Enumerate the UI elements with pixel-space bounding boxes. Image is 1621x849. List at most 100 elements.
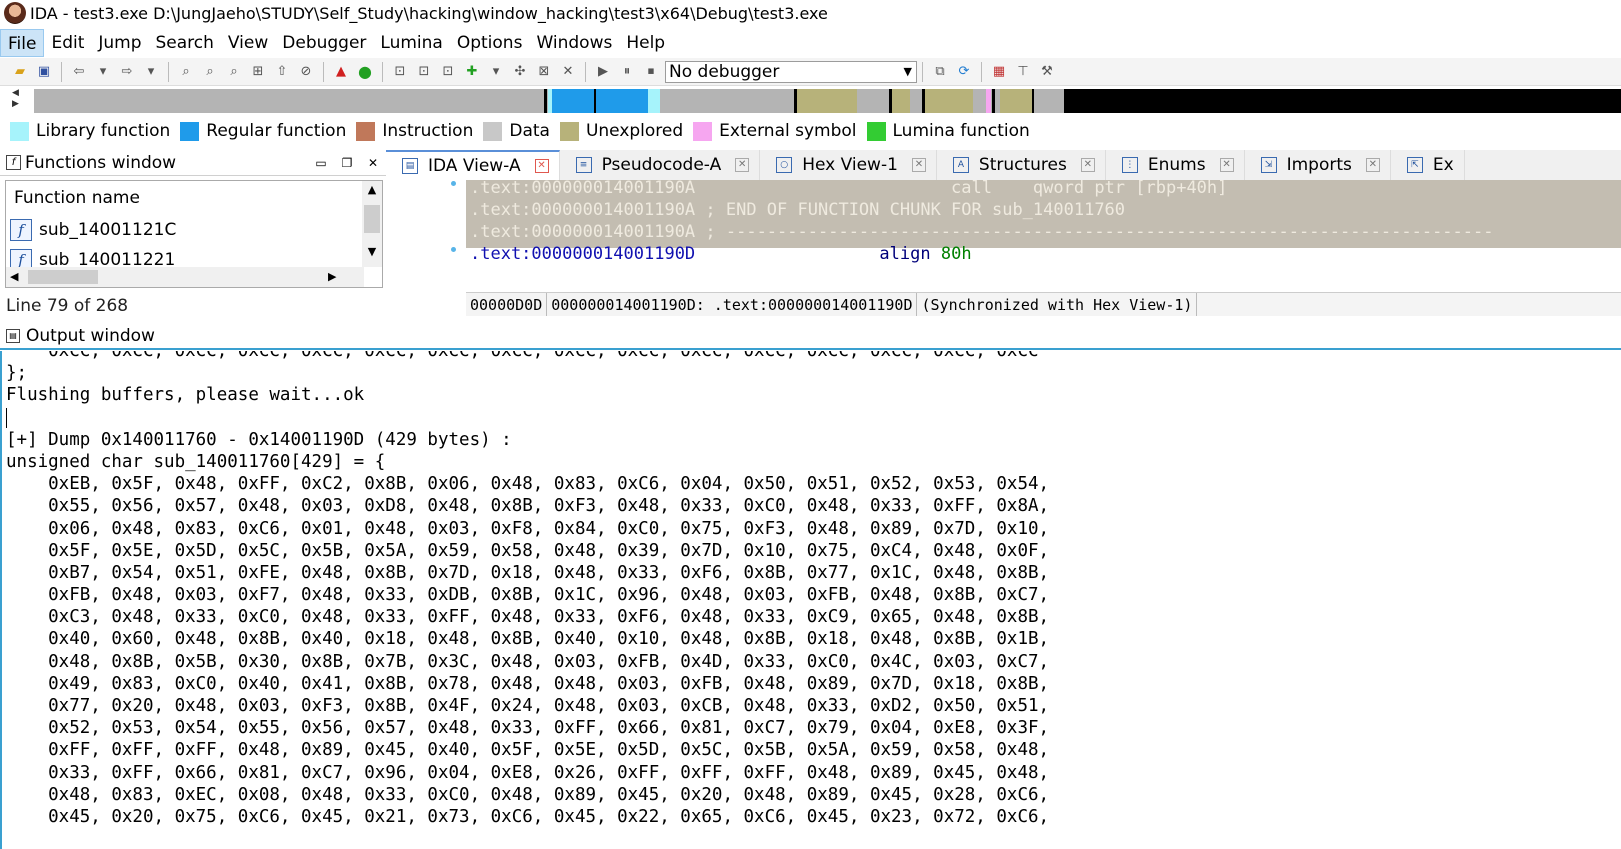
forward-icon[interactable]: ⇨ (117, 62, 137, 82)
ida-view-disassembly[interactable]: .text:000000014001190A call qword ptr [r… (386, 177, 1621, 318)
close-icon[interactable]: ✕ (911, 158, 926, 172)
tab-label: Imports (1286, 155, 1352, 175)
vertical-scrollbar[interactable]: ▲ ▼ (362, 181, 382, 267)
navigation-band-track[interactable] (34, 89, 1621, 113)
menu-windows[interactable]: Windows (529, 29, 619, 57)
warning-icon[interactable]: ▲ (331, 62, 351, 82)
text-cursor (6, 407, 7, 428)
forward-dropdown-icon[interactable]: ▾ (141, 62, 161, 82)
breakpoint-dropdown-icon[interactable]: ▾ (486, 62, 506, 82)
disasm-line-current[interactable]: .text:000000014001190D align 80h (470, 243, 972, 265)
back-icon[interactable]: ⇦ (69, 62, 89, 82)
toolbar-separator (168, 61, 169, 82)
tab-imports[interactable]: ⇲ Imports ✕ (1244, 150, 1391, 180)
menu-lumina[interactable]: Lumina (373, 29, 449, 57)
tree-icon[interactable]: ⊤ (1013, 62, 1033, 82)
navigation-band[interactable]: ◀ ▶ (0, 88, 1621, 114)
close-icon[interactable]: ✕ (1219, 158, 1234, 172)
list-item[interactable]: f sub_14001121C (6, 215, 382, 245)
menu-file[interactable]: File (0, 29, 45, 57)
menu-options[interactable]: Options (450, 29, 530, 57)
pin-icon[interactable]: ⊠ (534, 62, 554, 82)
tools-icon[interactable]: ⚒ (1037, 62, 1057, 82)
legend-swatch (10, 121, 29, 141)
play-icon[interactable]: ▶ (593, 62, 613, 82)
attach-icon[interactable]: ⧉ (930, 62, 950, 82)
menu-debugger[interactable]: Debugger (275, 29, 373, 57)
scroll-up-icon[interactable]: ▲ (362, 183, 382, 196)
status-sync: (Synchronized with Hex View-1) (921, 293, 1198, 316)
output-line: 0x06, 0x48, 0x83, 0xC6, 0x01, 0x48, 0x03… (6, 518, 1050, 539)
delete-icon[interactable]: ✕ (558, 62, 578, 82)
open-icon[interactable]: ▰ (10, 62, 30, 82)
menu-edit[interactable]: Edit (44, 29, 91, 57)
scroll-down-icon[interactable]: ▼ (362, 245, 382, 258)
imports-icon: ⇲ (1260, 157, 1277, 173)
tab-ida-view-a[interactable]: ▤ IDA View-A ✕ (386, 150, 560, 180)
save-icon[interactable]: ▣ (34, 62, 54, 82)
menu-search[interactable]: Search (149, 29, 221, 57)
arrow-marker-icon (451, 247, 456, 252)
float-icon[interactable]: ❐ (334, 156, 360, 170)
disasm-line[interactable]: .text:000000014001190A ; END OF FUNCTION… (470, 199, 1125, 221)
refresh-icon[interactable]: ⟳ (954, 62, 974, 82)
tab-exports[interactable]: ⇱ Ex (1390, 150, 1465, 180)
disasm-line[interactable]: .text:000000014001190A call qword ptr [r… (470, 177, 1227, 199)
output-line: 0x77, 0x20, 0x48, 0x03, 0xF3, 0x8B, 0x4F… (6, 696, 1050, 716)
search-next-icon[interactable]: ⊞ (248, 62, 268, 82)
make-code-icon[interactable]: ⊡ (390, 62, 410, 82)
nav-scroll-icon[interactable]: ◀ ▶ (12, 88, 32, 114)
disabled-tool-icon[interactable]: ⊘ (296, 62, 316, 82)
tab-structures[interactable]: A Structures ✕ (936, 150, 1106, 180)
graph-icon[interactable]: ▦ (989, 62, 1009, 82)
horizontal-scrollbar[interactable]: ◀ ▶ (6, 267, 364, 287)
trace-icon[interactable]: ✣ (510, 62, 530, 82)
tab-hex-view-1[interactable]: ○ Hex View-1 ✕ (760, 150, 937, 180)
menu-view[interactable]: View (221, 29, 275, 57)
make-string-icon[interactable]: ⊡ (438, 62, 458, 82)
toolbar-separator (323, 61, 324, 82)
close-icon[interactable]: ✕ (1080, 158, 1095, 172)
close-icon[interactable]: ✕ (1365, 158, 1380, 172)
menu-help[interactable]: Help (619, 29, 672, 57)
jump-up-icon[interactable]: ⇧ (272, 62, 292, 82)
debugger-select[interactable]: No debugger ▼ (665, 60, 917, 83)
scroll-thumb[interactable] (364, 205, 380, 233)
scroll-right-icon[interactable]: ▶ (328, 267, 336, 287)
make-data-icon[interactable]: ⊡ (414, 62, 434, 82)
add-breakpoint-icon[interactable]: ✚ (462, 62, 482, 82)
menu-jump[interactable]: Jump (91, 29, 148, 57)
output-line: 0xEB, 0x5F, 0x48, 0xFF, 0xC2, 0x8B, 0x06… (6, 474, 1050, 495)
back-dropdown-icon[interactable]: ▾ (93, 62, 113, 82)
legend-swatch (356, 121, 376, 141)
functions-window-title: Functions window (25, 152, 177, 173)
tab-enums[interactable]: ⋮ Enums ✕ (1105, 150, 1245, 180)
close-icon[interactable]: ✕ (360, 156, 386, 170)
pause-icon[interactable]: ⏸ (617, 62, 637, 82)
toolbar-separator (585, 61, 586, 82)
search-binary-icon[interactable]: ⌕ (200, 62, 220, 82)
minimize-icon[interactable]: ▭ (308, 156, 334, 170)
search-text-icon[interactable]: ⌕ (176, 62, 196, 82)
column-header-function-name[interactable]: Function name (6, 181, 382, 215)
legend-item-data: Data (483, 121, 550, 141)
pseudocode-icon: ≡ (575, 157, 592, 173)
tab-pseudocode-a[interactable]: ≡ Pseudocode-A ✕ (559, 150, 761, 180)
output-line: 0x55, 0x56, 0x57, 0x48, 0x03, 0xD8, 0x48… (6, 496, 1050, 517)
disasm-line[interactable]: .text:000000014001190A ; ---------------… (470, 221, 1494, 243)
scroll-left-icon[interactable]: ◀ (10, 267, 18, 287)
legend-swatch (866, 121, 886, 141)
output-line: }; (6, 363, 28, 384)
search-immediate-icon[interactable]: ⌕ (224, 62, 244, 82)
output-window-body[interactable]: 0xCC, 0xCC, 0xCC, 0xCC, 0xCC, 0xCC, 0xCC… (0, 351, 1621, 849)
close-icon[interactable]: ✕ (735, 158, 750, 172)
output-line: 0xFF, 0xFF, 0xFF, 0x48, 0x89, 0x45, 0x40… (6, 740, 1050, 761)
close-icon[interactable]: ✕ (534, 159, 549, 173)
stop-icon[interactable]: ⏹ (641, 62, 661, 82)
legend-item-regular-function: Regular function (180, 121, 346, 141)
view-tabs: ▤ IDA View-A ✕ ≡ Pseudocode-A ✕ ○ Hex Vi… (386, 150, 1621, 180)
legend-label: Library function (36, 121, 171, 141)
functions-list[interactable]: Function name f sub_14001121C f sub_1400… (5, 180, 383, 288)
functions-window: f Functions window ▭ ❐ ✕ Function name f… (0, 150, 386, 318)
scroll-thumb[interactable] (28, 270, 98, 284)
